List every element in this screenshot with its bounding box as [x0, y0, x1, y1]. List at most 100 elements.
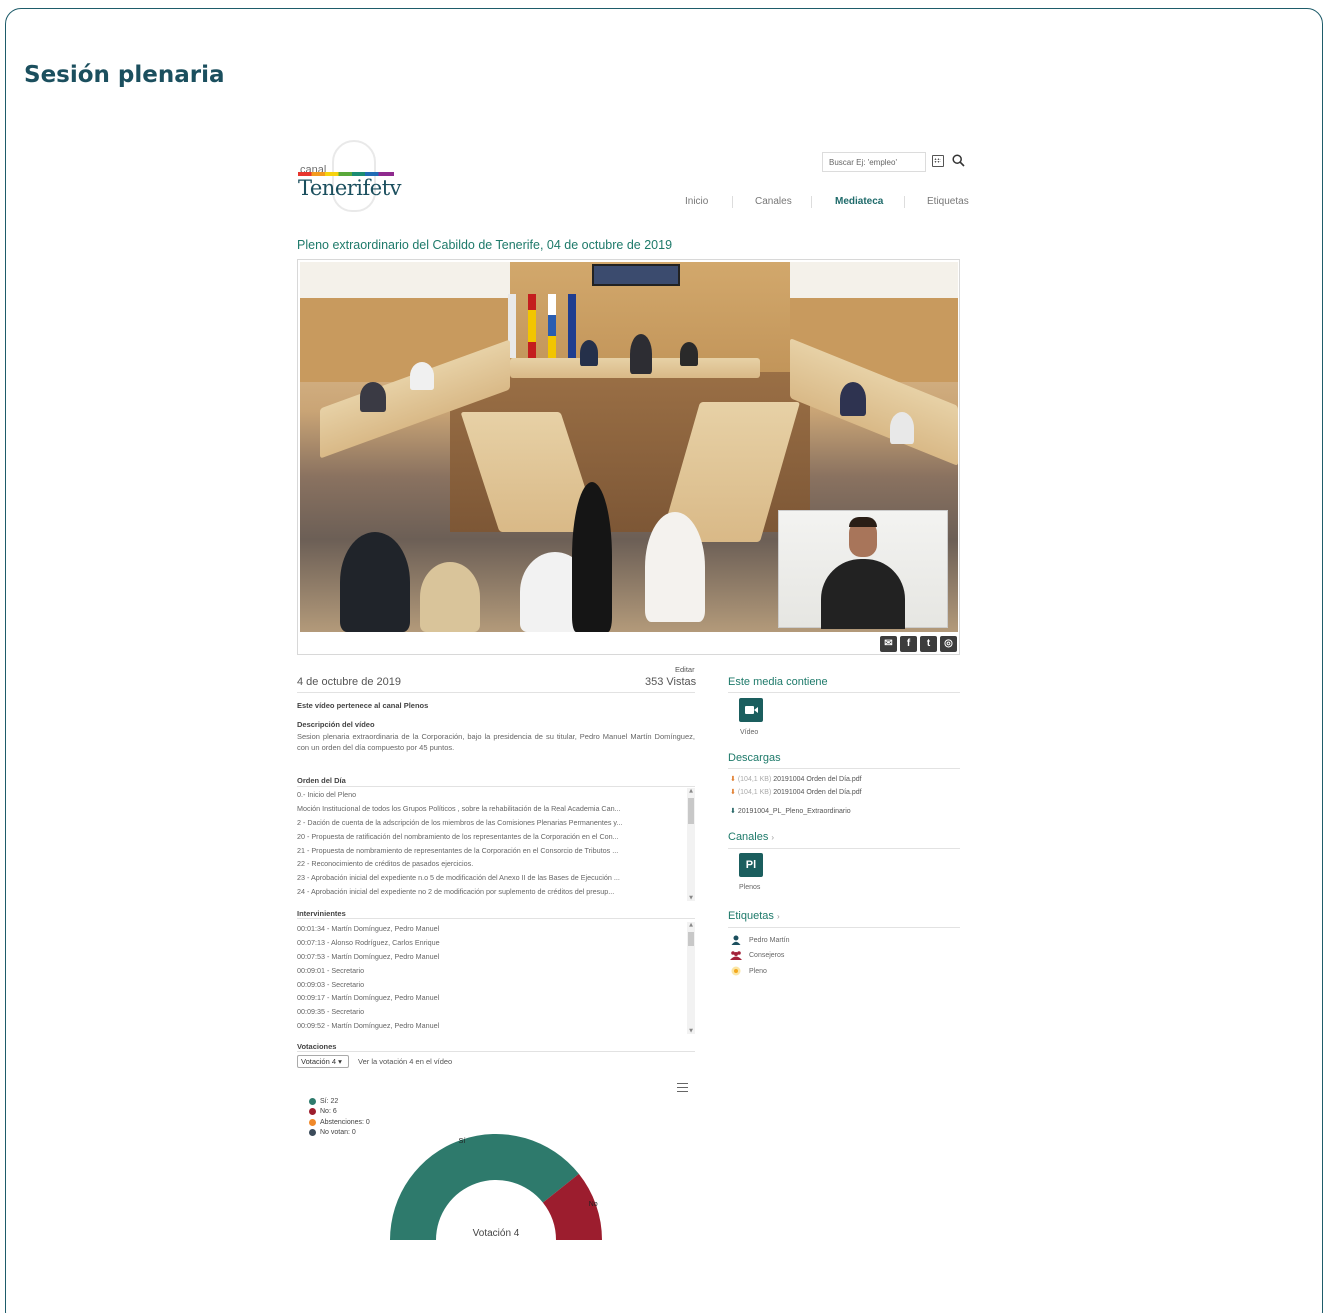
calendar-icon[interactable] [932, 155, 944, 167]
speaker-item[interactable]: 00:07:53 - Martín Domínguez, Pedro Manue… [297, 950, 677, 964]
speakers-label: Intervinientes [297, 909, 346, 918]
person [890, 412, 914, 444]
scroll-thumb[interactable] [688, 798, 694, 824]
vote-donut-chart: Sí No Votación 4 [390, 1134, 602, 1240]
flag [548, 294, 556, 358]
email-icon[interactable]: ✉ [880, 636, 897, 652]
tags-heading-text: Etiquetas [728, 910, 774, 922]
whatsapp-icon[interactable]: ◎ [940, 636, 957, 652]
agenda-item[interactable]: 0.- Inicio del Pleno [297, 788, 677, 802]
video-title: Pleno extraordinario del Cabildo de Tene… [297, 238, 673, 252]
chevron-right-icon: › [776, 912, 780, 921]
nav-canales[interactable]: Canales [755, 196, 792, 207]
channels-heading[interactable]: Canales › [728, 831, 774, 843]
video-date: 4 de octubre de 2019 [297, 676, 401, 688]
agenda-item[interactable]: 21 - Propuesta de nombramiento de repres… [297, 844, 677, 858]
tag-label: Pedro Martín [749, 936, 790, 944]
speaker-item[interactable]: 00:09:35 - Secretario [297, 1005, 677, 1019]
interpreter-hair [849, 517, 877, 527]
agenda-item[interactable]: 22 - Reconocimiento de créditos de pasad… [297, 857, 677, 871]
logo-name-text: Tenerifetv [298, 176, 402, 200]
legend-label: Abstenciones: 0 [320, 1118, 370, 1126]
agenda-list[interactable]: 0.- Inicio del Pleno Moción Instituciona… [297, 788, 695, 901]
video-description: Sesion plenaria extraordinaria de la Cor… [297, 732, 695, 752]
speaker-item[interactable]: 00:09:01 - Secretario [297, 964, 677, 978]
facebook-icon[interactable]: f [900, 636, 917, 652]
agenda-item[interactable]: 24 - Aprobación inicial del expediente n… [297, 885, 677, 899]
vote-slice-sí[interactable] [390, 1134, 579, 1240]
edit-link[interactable]: Editar [675, 665, 695, 674]
speaker-item[interactable]: 00:07:13 - Alonso Rodríguez, Carlos Enri… [297, 936, 677, 950]
video-player[interactable]: ✉ f t ◎ [297, 259, 960, 655]
agenda-item[interactable]: 20 - Propuesta de ratificación del nombr… [297, 830, 677, 844]
person [580, 340, 598, 366]
nav-etiquetas[interactable]: Etiquetas [927, 196, 969, 207]
legend-item[interactable]: No: 6 [309, 1107, 370, 1118]
nav-inicio[interactable]: Inicio [685, 196, 708, 207]
divider [297, 786, 695, 787]
download-item[interactable]: ⬇ (104,1 KB) 20191004 Orden del Día.pdf [730, 775, 862, 783]
divider [297, 1051, 695, 1052]
legend-item[interactable]: No votan: 0 [309, 1128, 370, 1139]
divider [728, 927, 960, 928]
search-input[interactable]: Buscar Ej: 'empleo' [822, 152, 926, 172]
speaker-item[interactable]: 00:09:03 - Secretario [297, 978, 677, 992]
person [340, 532, 410, 632]
slice-label: Sí [459, 1138, 466, 1145]
tag-label: Consejeros [749, 951, 785, 959]
video-camera-icon[interactable] [739, 698, 763, 722]
download-name: 20191004_PL_Pleno_Extraordinario [737, 808, 851, 815]
person-icon [731, 935, 741, 945]
legend-dot [309, 1108, 316, 1116]
chart-legend: Sí: 22 No: 6 Abstenciones: 0 No votan: 0 [309, 1096, 370, 1138]
tag-label: Pleno [749, 967, 767, 975]
legend-item[interactable]: Abstenciones: 0 [309, 1117, 370, 1128]
slice-label: No [589, 1201, 598, 1208]
vote-select[interactable]: Votación 4 ▾ [297, 1055, 349, 1068]
tag-item[interactable]: Consejeros [730, 950, 784, 960]
chart-menu-icon[interactable] [677, 1083, 688, 1092]
chevron-right-icon: › [771, 833, 775, 842]
scroll-up-icon[interactable]: ▲ [687, 922, 695, 928]
channels-heading-text: Canales [728, 831, 769, 843]
twitter-icon[interactable]: t [920, 636, 937, 652]
person [840, 382, 866, 416]
channel-tile[interactable]: Pl [739, 853, 763, 877]
agenda-item[interactable]: 2 - Dación de cuenta de la adscripción d… [297, 816, 677, 830]
legend-item[interactable]: Sí: 22 [309, 1096, 370, 1107]
speaker-item[interactable]: 00:09:52 - Martín Domínguez, Pedro Manue… [297, 1019, 677, 1033]
search-icon[interactable] [952, 154, 965, 167]
camera-glyph [745, 706, 758, 714]
agenda-item[interactable]: 23 - Aprobación inicial del expediente n… [297, 871, 677, 885]
camera [572, 482, 612, 632]
video-frame[interactable] [300, 262, 958, 632]
vote-video-link[interactable]: Ver la votación 4 en el vídeo [358, 1057, 452, 1066]
agenda-item[interactable]: Moción Institucional de todos los Grupos… [297, 802, 677, 816]
divider [728, 768, 960, 769]
speaker-item[interactable]: 00:09:17 - Martín Domínguez, Pedro Manue… [297, 991, 677, 1005]
person [680, 342, 698, 366]
tags-heading[interactable]: Etiquetas › [728, 910, 780, 922]
speaker-item[interactable]: 00:01:34 - Martín Domínguez, Pedro Manue… [297, 922, 677, 936]
divider [297, 692, 695, 693]
nav-separator [904, 196, 905, 208]
share-bar: ✉ f t ◎ [880, 636, 957, 652]
download-item[interactable]: ⬇ 20191004_PL_Pleno_Extraordinario [730, 807, 851, 815]
person [360, 382, 386, 412]
tag-item[interactable]: Pedro Martín [730, 935, 789, 945]
flag [528, 294, 536, 358]
speakers-list[interactable]: 00:01:34 - Martín Domínguez, Pedro Manue… [297, 922, 695, 1034]
scroll-up-icon[interactable]: ▲ [687, 788, 695, 794]
agenda-scrollbar[interactable]: ▲ ▼ [687, 788, 695, 901]
download-item[interactable]: ⬇ (104,1 KB) 20191004 Orden del Día.pdf [730, 788, 862, 796]
scroll-down-icon[interactable]: ▼ [687, 895, 695, 901]
scroll-down-icon[interactable]: ▼ [687, 1028, 695, 1034]
speakers-scrollbar[interactable]: ▲ ▼ [687, 922, 695, 1034]
tag-item[interactable]: Pleno [730, 966, 767, 976]
group-icon [730, 951, 742, 960]
description-label: Descripción del vídeo [297, 720, 375, 729]
site-logo[interactable]: canal Tenerifetv [298, 140, 408, 212]
nav-mediateca[interactable]: Mediateca [835, 196, 883, 207]
channel-caption[interactable]: Plenos [739, 884, 760, 891]
scroll-thumb[interactable] [688, 932, 694, 946]
